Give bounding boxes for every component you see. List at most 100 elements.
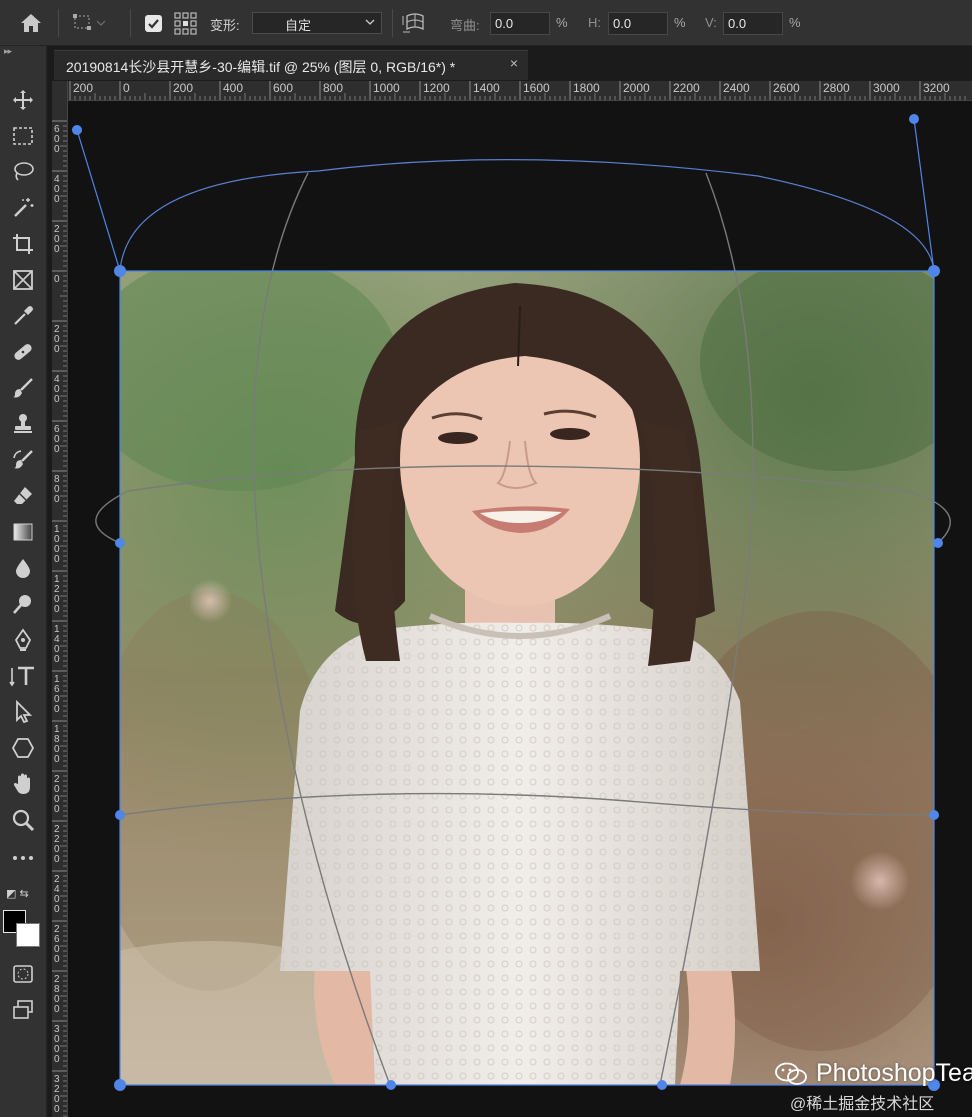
ruler-horizontal-ticks: 200 0 200 400 600 800 1000 1200 1400 1600 1800 2000… (69, 81, 966, 100)
ruler-tick-label: 1800 (573, 81, 600, 95)
move-icon[interactable] (4, 84, 42, 116)
frame-icon[interactable] (4, 264, 42, 296)
change-warp-orientation-icon[interactable] (400, 10, 430, 36)
ruler-tick-label-digit: 0 (54, 444, 60, 455)
marquee-icon[interactable] (4, 120, 42, 152)
document-canvas[interactable]: PhotoshopTea @稀土掘金技术社区 (68, 101, 972, 1117)
warp-handles (72, 114, 943, 1091)
ruler-tick-label-digit: 0 (54, 494, 60, 505)
more-tools-icon[interactable] (4, 842, 42, 874)
warp-anchor-handle (115, 810, 125, 820)
ruler-tick-label-digit: 0 (54, 144, 60, 155)
collapse-panel-icon[interactable]: ▸▸ (4, 46, 12, 57)
warp-anchor-handle (657, 1080, 667, 1090)
home-icon[interactable] (14, 10, 48, 36)
warp-grid[interactable] (68, 101, 972, 1117)
wechat-icon (775, 1062, 807, 1085)
warp-style-value: 自定 (285, 18, 312, 33)
options-bar: 变形: 自定 弯曲: 0.0 % H: 0.0 % V: 0.0 % (0, 0, 972, 46)
ruler-tick-label-digit: 0 (54, 704, 60, 715)
path-select-icon[interactable] (4, 696, 42, 728)
warp-anchor-handle (929, 810, 939, 820)
ruler-tick-label: 0 (123, 81, 130, 95)
reference-point-checkbox[interactable] (145, 15, 162, 32)
quick-mask-icon[interactable] (4, 958, 42, 990)
gradient-icon[interactable] (4, 516, 42, 548)
watermark-site: @稀土掘金技术社区 (790, 1096, 935, 1113)
h-input[interactable]: 0.0 (608, 12, 668, 35)
default-colors-icon[interactable]: ◩ ⇆ (6, 887, 29, 900)
ruler-horizontal[interactable]: 200 0 200 400 600 800 1000 1200 1400 1600 1800 2000… (68, 81, 972, 101)
warp-control-handle (72, 125, 82, 135)
history-brush-icon[interactable] (4, 444, 42, 476)
ruler-tick-label: 400 (223, 81, 243, 95)
clone-stamp-icon[interactable] (4, 408, 42, 440)
separator (130, 9, 131, 37)
ruler-tick-label-digit: 0 (54, 274, 60, 285)
check-icon (148, 19, 159, 29)
background-color-swatch[interactable] (16, 923, 40, 947)
type-icon[interactable] (4, 660, 42, 692)
ruler-tick-label-digit: 0 (54, 854, 60, 865)
warp-label: 弯曲: (450, 18, 480, 33)
screen-mode-icon[interactable] (4, 994, 42, 1026)
lasso-icon[interactable] (4, 156, 42, 188)
warp-style-select[interactable]: 自定 (252, 12, 382, 34)
ruler-tick-label-digit: 0 (54, 394, 60, 405)
zoom-icon[interactable] (4, 804, 42, 836)
ruler-tick-label-digit: 0 (54, 194, 60, 205)
reference-grid-icon[interactable] (173, 11, 199, 35)
chevron-down-icon (365, 19, 375, 25)
ruler-tick-label-digit: 0 (54, 1104, 60, 1115)
h-label: H: (588, 15, 601, 30)
separator (392, 9, 393, 37)
ruler-vertical-ticks: 6004002000200400600800100012001400160018… (52, 120, 67, 1117)
warp-anchor-handle (114, 265, 126, 277)
ruler-tick-label: 2800 (823, 81, 850, 95)
watermark-brand: PhotoshopTea (774, 1059, 972, 1088)
blur-icon[interactable] (4, 552, 42, 584)
ruler-tick-label: 2200 (673, 81, 700, 95)
close-icon[interactable]: × (510, 55, 518, 71)
transform-reference-icon[interactable] (72, 11, 112, 35)
pen-icon[interactable] (4, 624, 42, 656)
ruler-tick-label-digit: 0 (54, 654, 60, 665)
ruler-vertical[interactable]: 6004002000200400600800100012001400160018… (52, 81, 68, 1117)
ruler-tick-label: 1200 (423, 81, 450, 95)
warp-anchor-handle (114, 1079, 126, 1091)
healing-brush-icon[interactable] (4, 336, 42, 368)
magic-wand-icon[interactable] (4, 192, 42, 224)
watermark-brand-text: PhotoshopTea (816, 1059, 972, 1087)
ruler-tick-label: 200 (73, 81, 93, 95)
ruler-tick-label: 2000 (623, 81, 650, 95)
crop-icon[interactable] (4, 228, 42, 260)
dodge-icon[interactable] (4, 588, 42, 620)
document-tab[interactable]: 20190814长沙县开慧乡-30-编辑.tif @ 25% (图层 0, RG… (54, 50, 528, 80)
warp-anchor-handle (386, 1080, 396, 1090)
warp-anchor-handle (928, 265, 940, 277)
ruler-tick-label: 2600 (773, 81, 800, 95)
eraser-icon[interactable] (4, 480, 42, 512)
shape-icon[interactable] (4, 732, 42, 764)
ruler-tick-label-digit: 0 (54, 244, 60, 255)
warp-control-handle (909, 114, 919, 124)
ruler-tick-label: 2400 (723, 81, 750, 95)
warp-input[interactable]: 0.0 (490, 12, 550, 35)
ruler-tick-label-digit: 0 (54, 804, 60, 815)
tools-panel: ▸▸ ◩ ⇆ (0, 46, 47, 1117)
ruler-tick-label: 3000 (873, 81, 900, 95)
hand-icon[interactable] (4, 768, 42, 800)
v-input[interactable]: 0.0 (723, 12, 783, 35)
ruler-tick-label: 1400 (473, 81, 500, 95)
chevron-down-icon (96, 20, 106, 26)
ruler-tick-label-digit: 0 (54, 904, 60, 915)
ruler-tick-label-digit: 0 (54, 604, 60, 615)
ruler-tick-label-digit: 0 (54, 1054, 60, 1065)
brush-icon[interactable] (4, 372, 42, 404)
ruler-tick-label: 3200 (923, 81, 950, 95)
ruler-tick-label-digit: 0 (54, 954, 60, 965)
eyedropper-icon[interactable] (4, 300, 42, 332)
warp-anchor-handle (933, 538, 943, 548)
ruler-tick-label: 600 (273, 81, 293, 95)
v-unit: % (789, 15, 801, 30)
